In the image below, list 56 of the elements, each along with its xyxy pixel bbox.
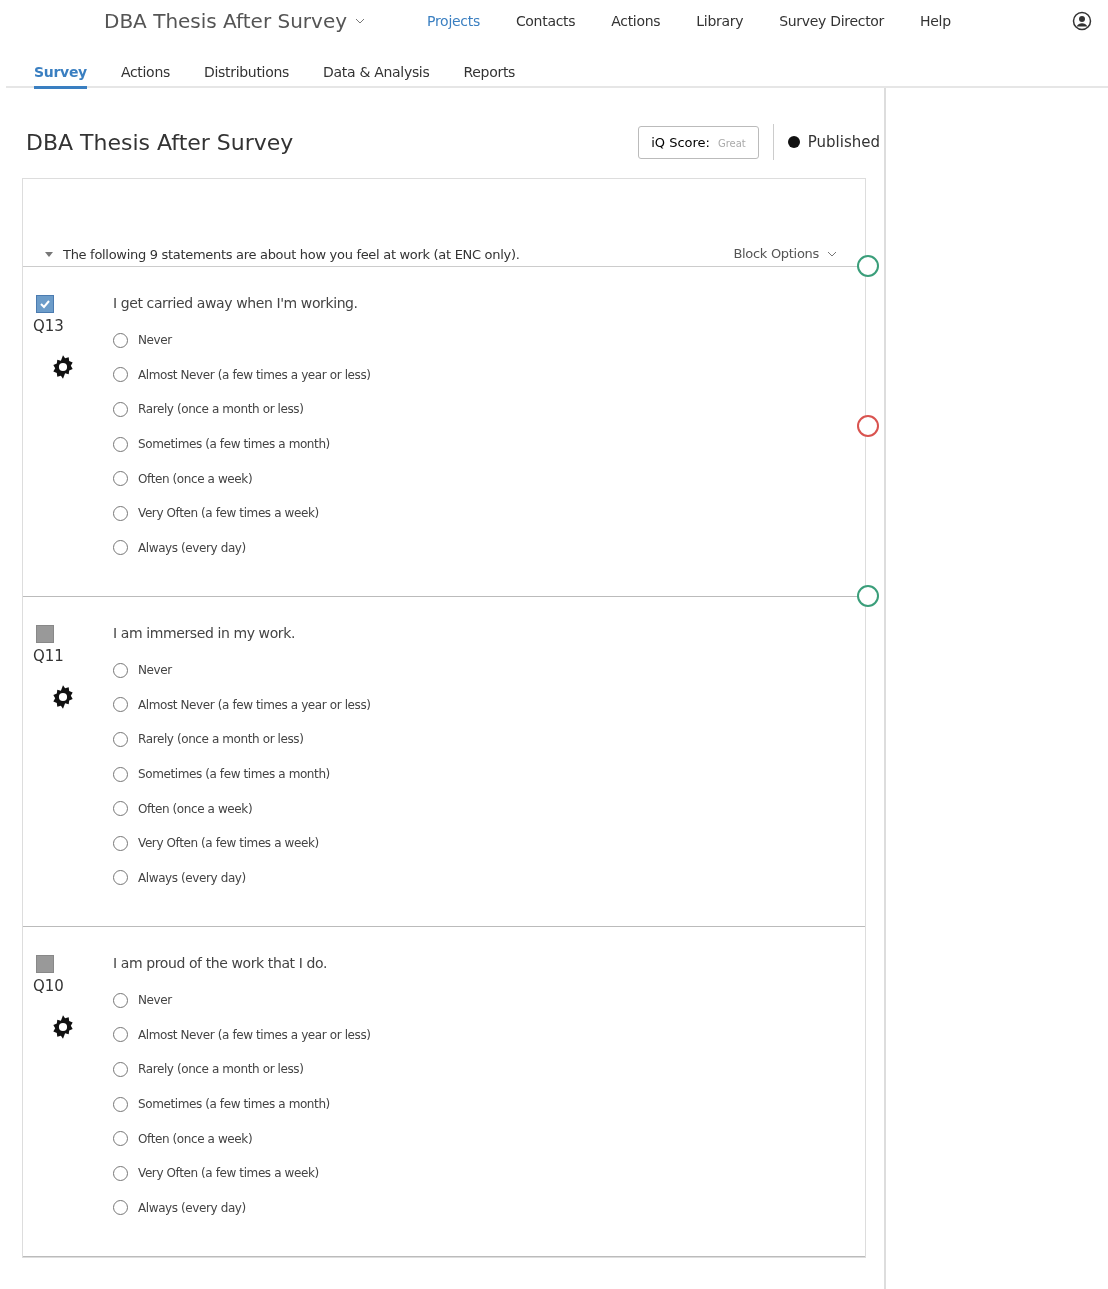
question-checkbox[interactable] bbox=[36, 955, 54, 973]
tab[interactable]: Actions bbox=[120, 64, 170, 89]
answer-choice[interactable]: Almost Never (a few times a year or less) bbox=[113, 357, 371, 393]
status-label: Published bbox=[807, 133, 880, 151]
answer-choice[interactable]: Very Often (a few times a week) bbox=[113, 825, 371, 861]
collapse-icon[interactable] bbox=[45, 252, 53, 257]
question-text: I get carried away when I'm working. bbox=[113, 295, 359, 311]
answer-choice[interactable]: Always (every day) bbox=[113, 1190, 371, 1226]
answer-choice[interactable]: Often (once a week) bbox=[113, 461, 371, 496]
block-description: The following 9 statements are about how you feel at work (at ENC only). bbox=[63, 247, 520, 262]
answer-choice[interactable]: Never bbox=[113, 653, 371, 688]
answer-choice[interactable]: Very Often (a few times a week) bbox=[113, 495, 371, 531]
question-text: I am immersed in my work. bbox=[113, 625, 296, 641]
answer-choice[interactable]: Very Often (a few times a week) bbox=[113, 1155, 371, 1191]
answer-choice[interactable]: Never bbox=[113, 983, 371, 1018]
question-number: Q13 bbox=[33, 317, 64, 335]
insert-point-marker[interactable] bbox=[857, 415, 879, 437]
nav-link[interactable]: Contacts bbox=[515, 13, 576, 29]
iq-score-button[interactable]: iQ Score: Great bbox=[638, 125, 759, 159]
question-text: I am proud of the work that I do. bbox=[113, 955, 328, 971]
answer-choice[interactable]: Always (every day) bbox=[113, 530, 371, 566]
chevron-down-icon bbox=[827, 250, 837, 257]
answer-choice[interactable]: Almost Never (a few times a year or less) bbox=[113, 687, 371, 723]
tab[interactable]: Survey bbox=[34, 64, 87, 89]
question-number: Q11 bbox=[33, 647, 64, 665]
nav-link[interactable]: Library bbox=[696, 13, 744, 29]
answer-choice[interactable]: Sometimes (a few times a month) bbox=[113, 1086, 371, 1122]
answer-choice[interactable]: Rarely (once a month or less) bbox=[113, 722, 371, 757]
nav-link[interactable]: Actions bbox=[611, 13, 661, 29]
tab[interactable]: Distributions bbox=[203, 64, 290, 89]
question-checkbox[interactable] bbox=[36, 625, 54, 643]
user-account-icon[interactable] bbox=[1072, 11, 1092, 31]
answer-choice[interactable]: Never bbox=[113, 323, 371, 358]
tab[interactable]: Reports bbox=[463, 64, 516, 89]
project-title[interactable]: DBA Thesis After Survey bbox=[104, 9, 366, 33]
question-number: Q10 bbox=[33, 977, 64, 995]
answer-choice[interactable]: Sometimes (a few times a month) bbox=[113, 756, 371, 792]
answer-choice[interactable]: Sometimes (a few times a month) bbox=[113, 426, 371, 462]
answer-choice[interactable]: Often (once a week) bbox=[113, 1121, 371, 1156]
check-icon bbox=[39, 298, 51, 310]
answer-choice[interactable]: Rarely (once a month or less) bbox=[113, 1052, 371, 1087]
survey-title: DBA Thesis After Survey bbox=[26, 129, 295, 155]
nav-link[interactable]: Survey Director bbox=[779, 13, 885, 29]
block-options-button[interactable]: Block Options bbox=[727, 245, 843, 262]
chevron-down-icon bbox=[355, 18, 366, 24]
nav-link[interactable]: Help bbox=[920, 13, 951, 29]
tab[interactable]: Data & Analysis bbox=[323, 64, 430, 89]
status-dot bbox=[787, 136, 800, 148]
question-checkbox[interactable] bbox=[36, 295, 54, 313]
answer-choice[interactable]: Almost Never (a few times a year or less) bbox=[113, 1017, 371, 1053]
answer-choice[interactable]: Often (once a week) bbox=[113, 791, 371, 826]
insert-point-marker[interactable] bbox=[857, 585, 879, 607]
nav-link[interactable]: Projects bbox=[427, 13, 480, 29]
answer-choice[interactable]: Always (every day) bbox=[113, 860, 371, 896]
insert-point-marker[interactable] bbox=[857, 255, 879, 277]
answer-choice[interactable]: Rarely (once a month or less) bbox=[113, 392, 371, 427]
